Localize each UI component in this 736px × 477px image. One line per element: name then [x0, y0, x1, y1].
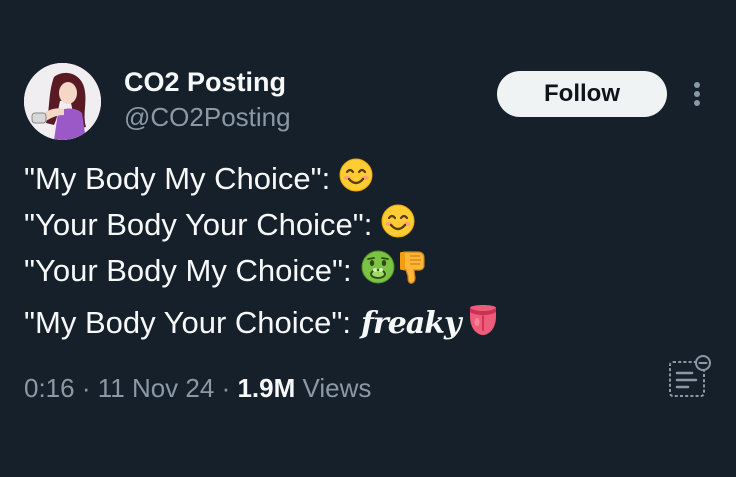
follow-button[interactable]: Follow — [497, 71, 667, 117]
tweet-meta: 0:16 · 11 Nov 24 · 1.9M Views — [24, 371, 371, 405]
smiling-face-icon — [380, 203, 416, 247]
tweet-line: "My Body My Choice": — [24, 156, 374, 202]
tweet-line-text: "My Body My Choice": — [24, 161, 331, 196]
tweet-line: "Your Body Your Choice": — [24, 202, 416, 248]
tongue-icon — [466, 302, 500, 344]
tweet-line-text: "Your Body My Choice": — [24, 253, 352, 288]
analytics-icon — [669, 355, 711, 397]
more-options-button[interactable] — [686, 80, 708, 108]
tweet-line-text: "Your Body Your Choice": — [24, 207, 373, 242]
meta-separator: · — [221, 373, 238, 403]
tweet-line-text: "My Body Your Choice": — [24, 305, 352, 340]
views-count: 1.9M — [237, 373, 296, 403]
tweet-line: "My Body Your Choice": freaky — [24, 300, 500, 346]
author-display-name[interactable]: CO2 Posting — [124, 66, 286, 98]
smiling-face-icon — [338, 157, 374, 201]
author-handle[interactable]: @CO2Posting — [124, 102, 291, 132]
avatar[interactable] — [24, 63, 101, 140]
views-label: Views — [302, 373, 372, 403]
avatar-icon — [24, 63, 101, 140]
thumbs-down-icon — [398, 248, 428, 294]
freaky-text: freaky — [361, 305, 461, 341]
tweet-time[interactable]: 0:16 — [24, 373, 75, 403]
nauseated-face-icon — [360, 249, 396, 293]
tweet-date[interactable]: 11 Nov 24 — [98, 373, 215, 403]
post-analytics-button[interactable] — [666, 354, 712, 400]
tweet-line: "Your Body My Choice": — [24, 248, 428, 294]
more-vertical-icon — [694, 82, 700, 106]
meta-separator: · — [81, 373, 98, 403]
